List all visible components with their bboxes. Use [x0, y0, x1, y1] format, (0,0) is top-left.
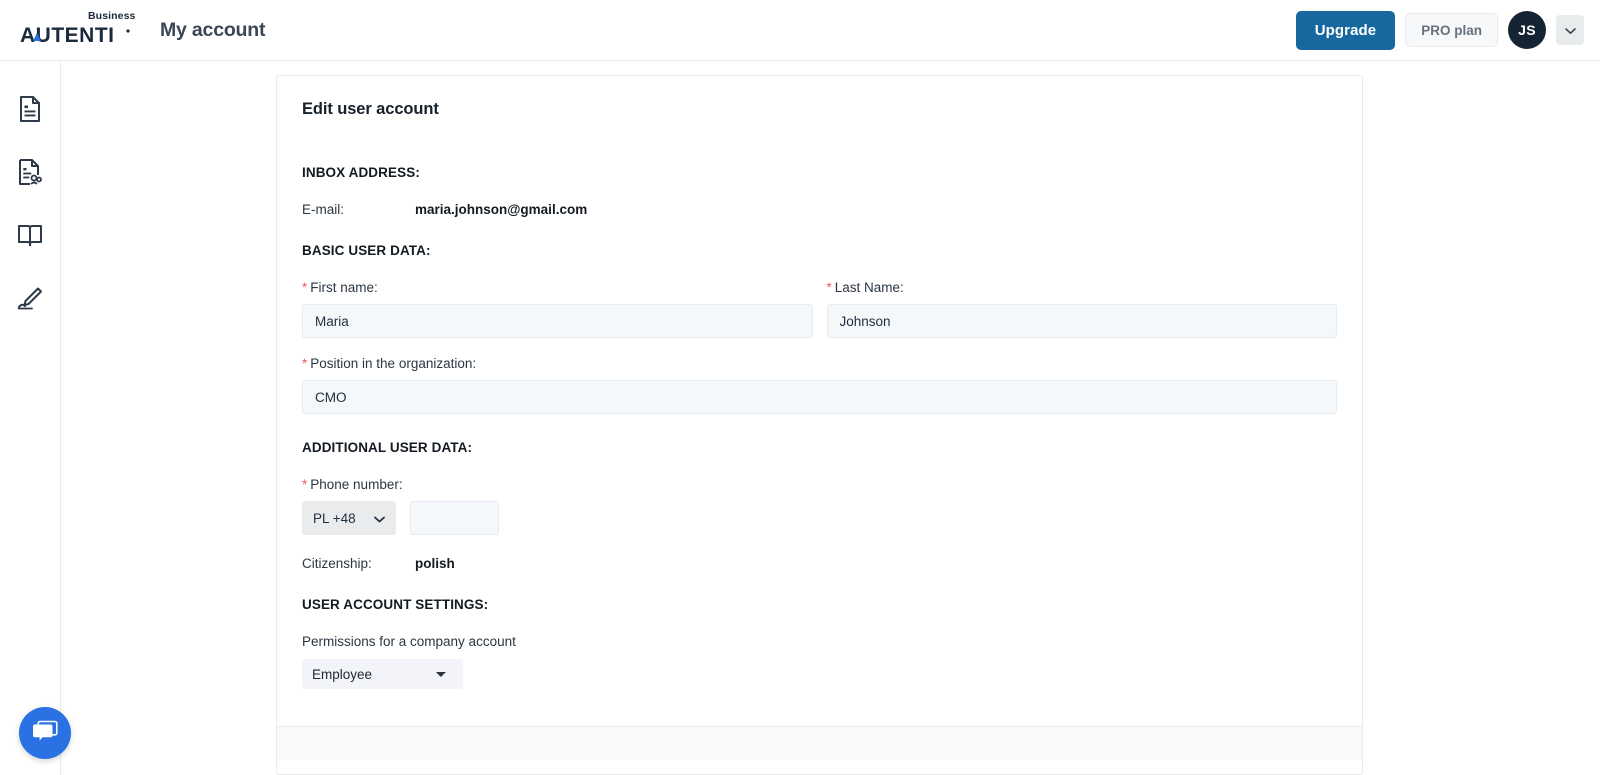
last-name-label-text: Last Name: [834, 280, 904, 295]
page-title: My account [160, 18, 266, 41]
phone-label-text: Phone number: [310, 477, 403, 492]
email-value: maria.johnson@gmail.com [415, 202, 588, 217]
sidebar-item-address-book[interactable] [14, 221, 47, 254]
avatar[interactable]: JS [1508, 11, 1546, 49]
email-label: E-mail: [302, 202, 345, 217]
chevron-down-icon [1564, 23, 1576, 38]
section-heading-inbox: INBOX ADDRESS: [302, 165, 420, 180]
phone-label: * Phone number: [302, 477, 1337, 492]
sidebar-item-signature[interactable] [14, 284, 47, 317]
permissions-select[interactable]: Employee [302, 659, 463, 689]
card-title: Edit user account [302, 100, 439, 118]
main-content: Edit user account INBOX ADDRESS: E-mail:… [61, 61, 1600, 775]
chevron-down-icon [374, 511, 385, 526]
last-name-label: * Last Name: [827, 280, 1338, 295]
country-code-select[interactable]: PL +48 [302, 501, 396, 535]
position-label: * Position in the organization: [302, 356, 1337, 371]
email-row: E-mail: maria.johnson@gmail.com [302, 202, 1337, 217]
first-name-label-text: First name: [310, 280, 378, 295]
position-label-text: Position in the organization: [310, 356, 477, 371]
required-marker: * [302, 477, 308, 492]
logo-mark-icon: AUTENTI [20, 24, 132, 51]
phone-number-input[interactable] [410, 501, 499, 535]
required-marker: * [302, 280, 308, 295]
name-fields-row: *First name: *Last Name: [302, 280, 1337, 338]
document-users-icon [17, 158, 43, 191]
open-book-icon [16, 222, 44, 253]
section-heading-additional: ADDITIONAL USER DATA: [302, 440, 473, 455]
last-name-field-group: * Last Name: [826, 280, 1338, 338]
required-marker: * [826, 280, 832, 295]
svg-text:AUTENTI: AUTENTI [20, 24, 115, 46]
left-sidebar [0, 61, 61, 775]
signature-pen-icon [16, 285, 44, 316]
citizenship-row: Citizenship: polish [302, 556, 1337, 571]
card-footer-divider [277, 726, 1362, 760]
first-name-field-group: * First name: [302, 280, 813, 338]
section-heading-settings: USER ACCOUNT SETTINGS: [302, 597, 489, 612]
logo-business-label: Business [88, 10, 136, 22]
position-input[interactable] [302, 380, 1337, 414]
chat-widget-button[interactable] [19, 707, 71, 759]
permissions-label: Permissions for a company account [302, 634, 516, 649]
first-name-label: * First name: [302, 280, 813, 295]
last-name-input[interactable] [826, 304, 1337, 338]
sidebar-item-shared-documents[interactable] [14, 158, 47, 191]
required-marker: * [302, 356, 308, 371]
chat-bubble-icon [31, 718, 59, 749]
phone-field-row: PL +48 [302, 501, 1337, 535]
header-actions: Upgrade PRO plan JS [1295, 10, 1584, 50]
upgrade-button[interactable]: Upgrade [1295, 10, 1396, 50]
autenti-logo[interactable]: Business AUTENTI [20, 10, 136, 51]
document-icon [17, 95, 43, 128]
section-heading-basic: BASIC USER DATA: [302, 243, 431, 258]
top-header: Business AUTENTI My account Upgrade PRO … [0, 0, 1600, 61]
position-field-group: * Position in the organization: [302, 356, 1337, 414]
citizenship-value: polish [415, 556, 455, 571]
sidebar-item-documents[interactable] [14, 95, 47, 128]
country-code-value: PL +48 [313, 510, 356, 526]
citizenship-label: Citizenship: [302, 556, 372, 571]
first-name-input[interactable] [302, 304, 813, 338]
account-menu-button[interactable] [1556, 15, 1584, 45]
pro-plan-button[interactable]: PRO plan [1405, 13, 1498, 47]
edit-user-account-card: Edit user account INBOX ADDRESS: E-mail:… [276, 75, 1363, 775]
